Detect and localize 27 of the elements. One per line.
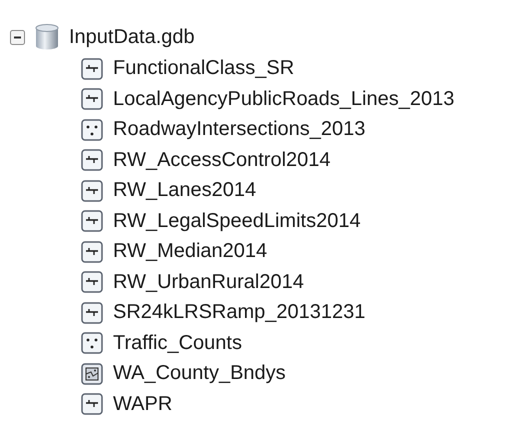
line-layer-icon (81, 58, 103, 80)
line-layer-icon (81, 240, 103, 263)
tree-label[interactable]: FunctionalClass_SR (113, 57, 294, 80)
line-layer-icon (81, 210, 103, 232)
tree-label[interactable]: WAPR (113, 392, 172, 416)
database-icon (35, 24, 59, 50)
line-layer-icon (81, 302, 103, 324)
line-layer-icon (81, 393, 103, 416)
tree-label[interactable]: LocalAgencyPublicRoads_Lines_2013 (113, 88, 454, 111)
tree-label[interactable]: WA_County_Bndys (113, 362, 286, 386)
tree-label[interactable]: RW_LegalSpeedLimits2014 (113, 210, 361, 233)
tree-label[interactable]: InputData.gdb (69, 26, 195, 49)
line-layer-icon (81, 180, 103, 202)
line-layer-icon (81, 271, 103, 294)
point-layer-icon (81, 118, 103, 141)
tree-label[interactable]: Traffic_Counts (113, 332, 242, 355)
polygon-layer-icon (81, 362, 103, 385)
tree-label[interactable]: RW_UrbanRural2014 (113, 270, 304, 294)
tree-label[interactable]: SR24kLRSRamp_20131231 (113, 301, 366, 324)
tree-label[interactable]: RW_Lanes2014 (113, 179, 256, 202)
tree-label[interactable]: RW_Median2014 (113, 240, 268, 264)
tree-label[interactable]: RoadwayIntersections_2013 (113, 118, 366, 142)
point-layer-icon (81, 332, 103, 354)
collapse-icon[interactable] (10, 30, 25, 45)
tree-label[interactable]: RW_AccessControl2014 (113, 148, 331, 172)
line-layer-icon (81, 149, 103, 172)
line-layer-icon (81, 88, 103, 110)
